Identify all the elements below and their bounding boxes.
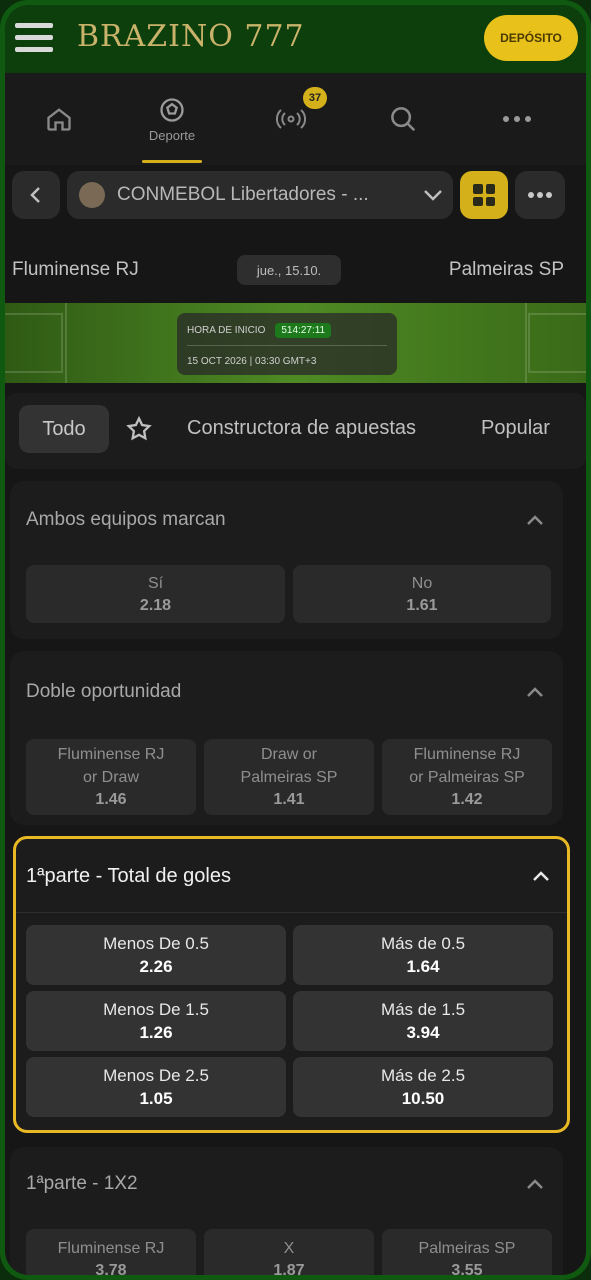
start-time-label: HORA DE INICIO [187,324,266,336]
odd-button[interactable]: Palmeiras SP 3.55 [382,1229,552,1275]
odd-button[interactable]: Draw or Palmeiras SP 1.41 [204,739,374,815]
device-frame: BRAZINO 777 DEPÓSITO Deporte 37 CONMEBOL… [0,0,591,1280]
odd-button[interactable]: Fluminense RJ or Palmeiras SP 1.42 [382,739,552,815]
more-icon [528,192,552,198]
odd-button[interactable]: Fluminense RJ or Draw 1.46 [26,739,196,815]
chevron-down-icon [424,190,442,201]
odd-button[interactable]: Menos De 1.5 1.26 [26,991,286,1051]
sport-nav: Deporte 37 [5,73,586,165]
odd-button[interactable]: Sí 2.18 [26,565,285,623]
nav-deporte[interactable]: Deporte [137,73,207,165]
pitch-penalty-box [528,313,586,373]
countdown-timer: 514:27:11 [275,322,332,338]
app-screen: BRAZINO 777 DEPÓSITO Deporte 37 CONMEBOL… [5,5,586,1275]
pitch-banner: HORA DE INICIO 514:27:11 15 OCT 2026 | 0… [5,303,586,383]
chevron-up-icon[interactable] [529,865,553,889]
market-filter-tabs: Todo Constructora de apuestas Popular [5,393,586,469]
odd-button[interactable]: Menos De 0.5 2.26 [26,925,286,985]
league-selector[interactable]: CONMEBOL Libertadores - ... [67,171,453,219]
live-count-badge: 37 [303,87,327,109]
market-title: Ambos equipos marcan [26,509,226,530]
odd-button[interactable]: X 1.87 [204,1229,374,1275]
pitch-line [525,303,527,383]
match-date: jue., 15.10. [237,255,341,285]
odd-button[interactable]: Más de 0.5 1.64 [293,925,553,985]
nav-home[interactable] [33,73,85,165]
pitch-line [65,303,67,383]
match-datetime: 15 OCT 2026 | 03:30 GMT+3 [187,355,317,367]
nav-live[interactable]: 37 [265,73,327,165]
tab-popular[interactable]: Popular [481,417,550,440]
odd-button[interactable]: Fluminense RJ 3.78 [26,1229,196,1275]
market-title: 1ªparte - 1X2 [26,1173,138,1194]
nav-more[interactable] [491,73,543,165]
league-more-button[interactable] [515,171,565,219]
away-team-name: Palmeiras SP [448,259,564,280]
active-tab-indicator [142,160,202,163]
home-icon [47,108,71,131]
star-icon [126,415,152,441]
top-bar: BRAZINO 777 DEPÓSITO [5,5,586,73]
chevron-left-icon [30,187,40,203]
layout-toggle-button[interactable] [460,171,508,219]
league-logo-icon [79,182,105,208]
live-broadcast-icon [275,109,307,129]
back-button[interactable] [12,171,60,219]
deposit-button[interactable]: DEPÓSITO [484,15,578,61]
grid-icon [473,184,495,206]
market-card-btts: Ambos equipos marcan Sí 2.18 No 1.61 [10,481,563,639]
home-team-name: Fluminense RJ [12,259,139,280]
market-header[interactable]: 1ªparte - Total de goles [16,839,567,913]
odd-button[interactable]: Más de 1.5 3.94 [293,991,553,1051]
search-icon [391,107,416,132]
odd-button[interactable]: Más de 2.5 10.50 [293,1057,553,1117]
start-time-panel: HORA DE INICIO 514:27:11 15 OCT 2026 | 0… [177,313,397,375]
pitch-penalty-box [5,313,63,373]
chevron-up-icon[interactable] [523,681,547,705]
odd-button[interactable]: Menos De 2.5 1.05 [26,1057,286,1117]
nav-search[interactable] [377,73,429,165]
chevron-up-icon[interactable] [523,1173,547,1197]
market-card-first-half-total: 1ªparte - Total de goles Menos De 0.5 2.… [13,836,570,1133]
market-title: Doble oportunidad [26,681,182,702]
chevron-up-icon[interactable] [523,509,547,533]
tab-bet-builder[interactable]: Constructora de apuestas [187,417,416,440]
market-title: 1ªparte - Total de goles [26,865,231,887]
hamburger-menu-icon[interactable] [15,23,53,53]
market-card-first-half-1x2: 1ªparte - 1X2 Fluminense RJ 3.78 X 1.87 … [10,1147,563,1275]
tab-all[interactable]: Todo [19,405,109,453]
soccer-ball-icon [160,97,184,122]
league-name: CONMEBOL Libertadores - ... [117,184,369,205]
market-card-double-chance: Doble oportunidad Fluminense RJ or Draw … [10,651,563,825]
nav-deporte-label: Deporte [148,127,196,143]
brand-logo: BRAZINO 777 [77,19,305,54]
odd-button[interactable]: No 1.61 [293,565,551,623]
more-icon [503,116,531,122]
tab-favorites[interactable] [123,411,155,447]
